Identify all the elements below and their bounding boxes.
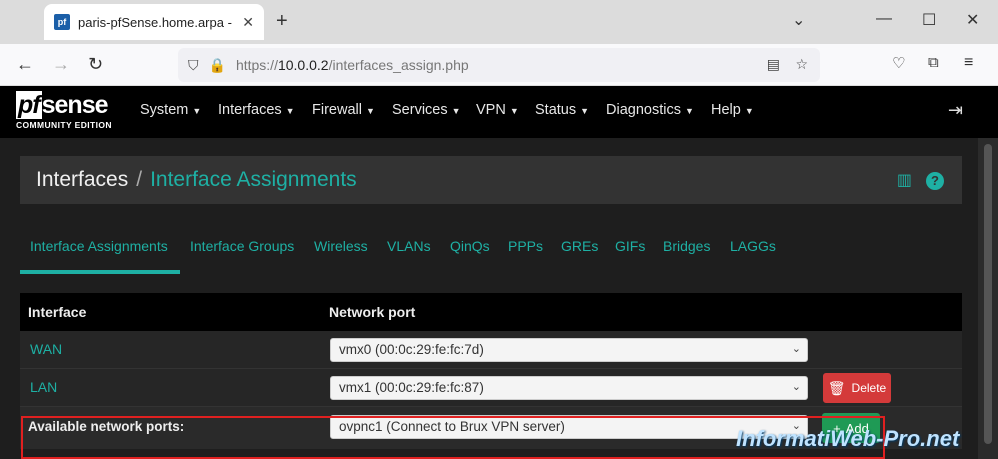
- tab-title: paris-pfSense.home.arpa - Inter: [78, 14, 236, 30]
- watermark: InformatiWeb-Pro.net: [736, 426, 960, 451]
- maximize-icon[interactable]: ☐: [922, 10, 936, 30]
- breadcrumb: Interfaces / Interface Assignments ▥?: [20, 156, 962, 204]
- tab-interface-assignments[interactable]: Interface Assignments: [30, 238, 168, 254]
- header-interface: Interface: [28, 304, 87, 320]
- address-bar[interactable]: ⛉ 🔒 https://10.0.0.2/interfaces_assign.p…: [178, 48, 820, 82]
- url-scheme: https://: [235, 57, 278, 73]
- pfsense-favicon-icon: pf: [54, 14, 70, 30]
- reload-icon[interactable]: ↻: [88, 54, 103, 75]
- url-host: 10.0.0.2: [277, 57, 329, 73]
- menu-system[interactable]: System ▼: [140, 102, 201, 118]
- active-tab-indicator: [20, 270, 180, 274]
- help-icon[interactable]: ?: [926, 172, 944, 190]
- table-header: Interface Network port: [20, 293, 962, 331]
- tab-interface-groups[interactable]: Interface Groups: [190, 238, 294, 254]
- tab-gifs[interactable]: GIFs: [615, 238, 645, 254]
- table-row: WAN vmx0 (00:0c:29:fe:fc:7d) ⌄: [20, 331, 962, 369]
- pocket-icon[interactable]: ♡: [892, 54, 905, 72]
- breadcrumb-parent[interactable]: Interfaces: [36, 168, 128, 192]
- menu-firewall[interactable]: Firewall ▼: [312, 102, 375, 118]
- new-tab-icon[interactable]: +: [276, 10, 288, 33]
- reader-view-icon[interactable]: ▤: [767, 56, 780, 73]
- back-icon[interactable]: ←: [16, 54, 34, 75]
- menu-help[interactable]: Help ▼: [711, 102, 754, 118]
- menu-icon[interactable]: ≡: [964, 54, 973, 72]
- interface-link-lan[interactable]: LAN: [30, 379, 57, 395]
- close-window-icon[interactable]: ✕: [966, 10, 979, 30]
- url-path: /interfaces_assign.php: [328, 57, 469, 73]
- tab-bridges[interactable]: Bridges: [663, 238, 710, 254]
- page-scrollbar[interactable]: [978, 138, 998, 459]
- extensions-icon[interactable]: ⧉: [928, 54, 939, 71]
- chevron-down-icon: ⌄: [791, 381, 801, 393]
- bookmark-star-icon[interactable]: ☆: [795, 56, 808, 73]
- header-network-port: Network port: [329, 304, 416, 320]
- logout-icon[interactable]: ⇥: [948, 100, 963, 121]
- minimize-icon[interactable]: —: [876, 10, 892, 28]
- menu-interfaces[interactable]: Interfaces ▼: [218, 102, 295, 118]
- chevron-down-icon: ⌄: [791, 343, 801, 355]
- breadcrumb-current[interactable]: Interface Assignments: [150, 168, 357, 192]
- tab-bar: Interface Assignments Interface Groups W…: [20, 228, 962, 274]
- network-port-select-wan[interactable]: vmx0 (00:0c:29:fe:fc:7d) ⌄: [330, 338, 808, 362]
- tab-list-icon[interactable]: ⌄: [792, 10, 805, 30]
- pfsense-navbar: pfsense COMMUNITY EDITION System ▼ Interf…: [0, 86, 998, 138]
- menu-services[interactable]: Services ▼: [392, 102, 461, 118]
- shield-icon[interactable]: ⛉: [188, 57, 199, 74]
- network-port-select-lan[interactable]: vmx1 (00:0c:29:fe:fc:87) ⌄: [330, 376, 808, 400]
- menu-diagnostics[interactable]: Diagnostics ▼: [606, 102, 694, 118]
- pfsense-logo[interactable]: pfsense COMMUNITY EDITION: [16, 91, 126, 132]
- forward-icon[interactable]: →: [52, 54, 70, 75]
- tab-laggs[interactable]: LAGGs: [730, 238, 776, 254]
- browser-tab[interactable]: pf paris-pfSense.home.arpa - Inter ✕: [44, 4, 264, 40]
- interface-link-wan[interactable]: WAN: [30, 341, 62, 357]
- table-row: LAN vmx1 (00:0c:29:fe:fc:87) ⌄ 🗑 Delete: [20, 369, 962, 407]
- trash-icon: 🗑: [827, 379, 846, 396]
- page-content: Interfaces / Interface Assignments ▥? In…: [0, 138, 978, 459]
- menu-status[interactable]: Status ▼: [535, 102, 589, 118]
- tab-vlans[interactable]: VLANs: [387, 238, 431, 254]
- tab-gres[interactable]: GREs: [561, 238, 598, 254]
- tab-wireless[interactable]: Wireless: [314, 238, 368, 254]
- tab-ppps[interactable]: PPPs: [508, 238, 543, 254]
- menu-vpn[interactable]: VPN ▼: [476, 102, 519, 118]
- browser-nav-bar: ← → ↻ ⛉ 🔒 https://10.0.0.2/interfaces_as…: [0, 44, 998, 86]
- delete-button[interactable]: 🗑 Delete: [823, 373, 891, 403]
- tab-qinqs[interactable]: QinQs: [450, 238, 490, 254]
- breadcrumb-separator: /: [136, 168, 143, 191]
- browser-tab-bar: pf paris-pfSense.home.arpa - Inter ✕ + ⌄…: [0, 0, 998, 44]
- close-tab-icon[interactable]: ✕: [242, 14, 254, 31]
- chart-icon[interactable]: ▥: [897, 172, 912, 189]
- edition-label: COMMUNITY EDITION: [16, 120, 112, 130]
- lock-icon[interactable]: 🔒: [209, 57, 226, 74]
